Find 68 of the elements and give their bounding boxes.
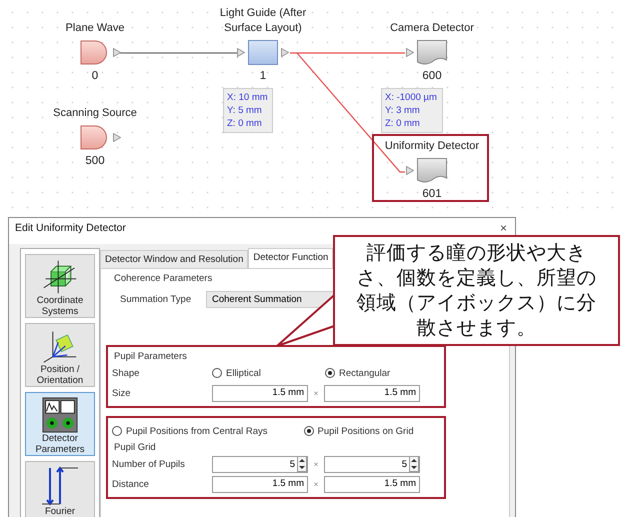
coordinate-text: Y: 3 mm bbox=[385, 104, 421, 117]
coordinate-text: Z: 0 mm bbox=[385, 117, 421, 130]
component-node[interactable] bbox=[248, 40, 278, 65]
multiply-sign: × bbox=[312, 460, 320, 468]
sidebar-item[interactable]: Coordinate Systems bbox=[25, 254, 95, 318]
field-label: Shape bbox=[112, 368, 140, 378]
coordinate-text: Z: 0 mm bbox=[227, 117, 263, 130]
tab[interactable]: Detector Window and Resolution bbox=[100, 250, 248, 268]
sidebar-item[interactable]: Detector Parameters bbox=[25, 392, 95, 456]
field-label: Distance bbox=[112, 478, 150, 490]
field-label: Size bbox=[112, 388, 132, 398]
tab[interactable]: Detector Function bbox=[248, 248, 334, 268]
node-number: 500 bbox=[85, 155, 105, 167]
window-title: Edit Uniformity Detector bbox=[15, 222, 126, 234]
node-number: 0 bbox=[92, 70, 98, 82]
field-label: Summation Type bbox=[120, 294, 192, 304]
node-label: Plane Wave bbox=[64, 21, 126, 36]
port-icon bbox=[281, 48, 289, 57]
sidebar-item[interactable]: Position / Orientation bbox=[25, 323, 95, 387]
group-title: Pupil Grid bbox=[113, 442, 156, 453]
source-node[interactable] bbox=[80, 40, 110, 65]
multiply-sign: × bbox=[312, 388, 320, 398]
port-icon bbox=[406, 48, 414, 57]
radio-label: Rectangular bbox=[339, 368, 390, 378]
fourier-transform-icon bbox=[40, 466, 80, 506]
size-field[interactable]: 1.5 mm bbox=[324, 384, 420, 402]
node-number: 601 bbox=[422, 188, 442, 200]
port-icon bbox=[113, 48, 121, 57]
size-field[interactable]: 1.5 mm bbox=[212, 384, 308, 402]
spinner-arrows-icon[interactable] bbox=[297, 456, 307, 472]
node-label: Scanning Source bbox=[52, 106, 138, 121]
radio-label: Elliptical bbox=[226, 368, 261, 378]
detector-parameters-icon bbox=[40, 397, 80, 433]
detector-node[interactable] bbox=[417, 158, 447, 183]
detector-node[interactable] bbox=[417, 40, 447, 65]
coordinate-text: X: -1000 µm bbox=[385, 91, 438, 104]
sidebar-label: Detector Parameters bbox=[35, 433, 85, 455]
spinner-arrows-icon[interactable] bbox=[409, 456, 419, 472]
port-icon bbox=[237, 48, 245, 57]
group-title: Coherence Parameters bbox=[113, 273, 212, 284]
source-node[interactable] bbox=[80, 125, 110, 150]
radio-button[interactable] bbox=[325, 368, 335, 378]
sidebar-item[interactable]: Fourier bbox=[25, 461, 95, 517]
node-number: 1 bbox=[260, 70, 266, 82]
sidebar-label: Fourier bbox=[44, 506, 76, 517]
coordinate-text: X: 10 mm bbox=[227, 91, 269, 104]
number-spinner[interactable]: 5 bbox=[324, 456, 420, 472]
sidebar-label: Position / Orientation bbox=[36, 364, 84, 386]
node-label: Uniformity Detector bbox=[384, 139, 480, 154]
node-number: 600 bbox=[422, 70, 442, 82]
number-spinner[interactable]: 5 bbox=[212, 456, 308, 472]
radio-option[interactable]: Rectangular bbox=[325, 368, 438, 378]
sidebar-label: Coordinate Systems bbox=[36, 295, 84, 317]
radio-button[interactable] bbox=[304, 426, 314, 436]
radio-button[interactable] bbox=[112, 426, 122, 436]
radio-option[interactable]: Elliptical bbox=[212, 368, 325, 378]
distance-field[interactable]: 1.5 mm bbox=[212, 476, 308, 492]
multiply-sign: × bbox=[312, 480, 320, 488]
distance-field[interactable]: 1.5 mm bbox=[324, 476, 420, 492]
coordinate-text: Y: 5 mm bbox=[227, 104, 263, 117]
radio-button[interactable] bbox=[212, 368, 222, 378]
node-label: Light Guide (After Surface Layout) bbox=[218, 6, 308, 36]
port-icon bbox=[113, 133, 121, 142]
group-title: Pupil Parameters bbox=[113, 351, 187, 362]
node-label: Camera Detector bbox=[389, 21, 475, 36]
port-icon bbox=[406, 166, 414, 175]
close-button[interactable]: × bbox=[498, 222, 509, 234]
field-label: Number of Pupils bbox=[112, 458, 186, 470]
